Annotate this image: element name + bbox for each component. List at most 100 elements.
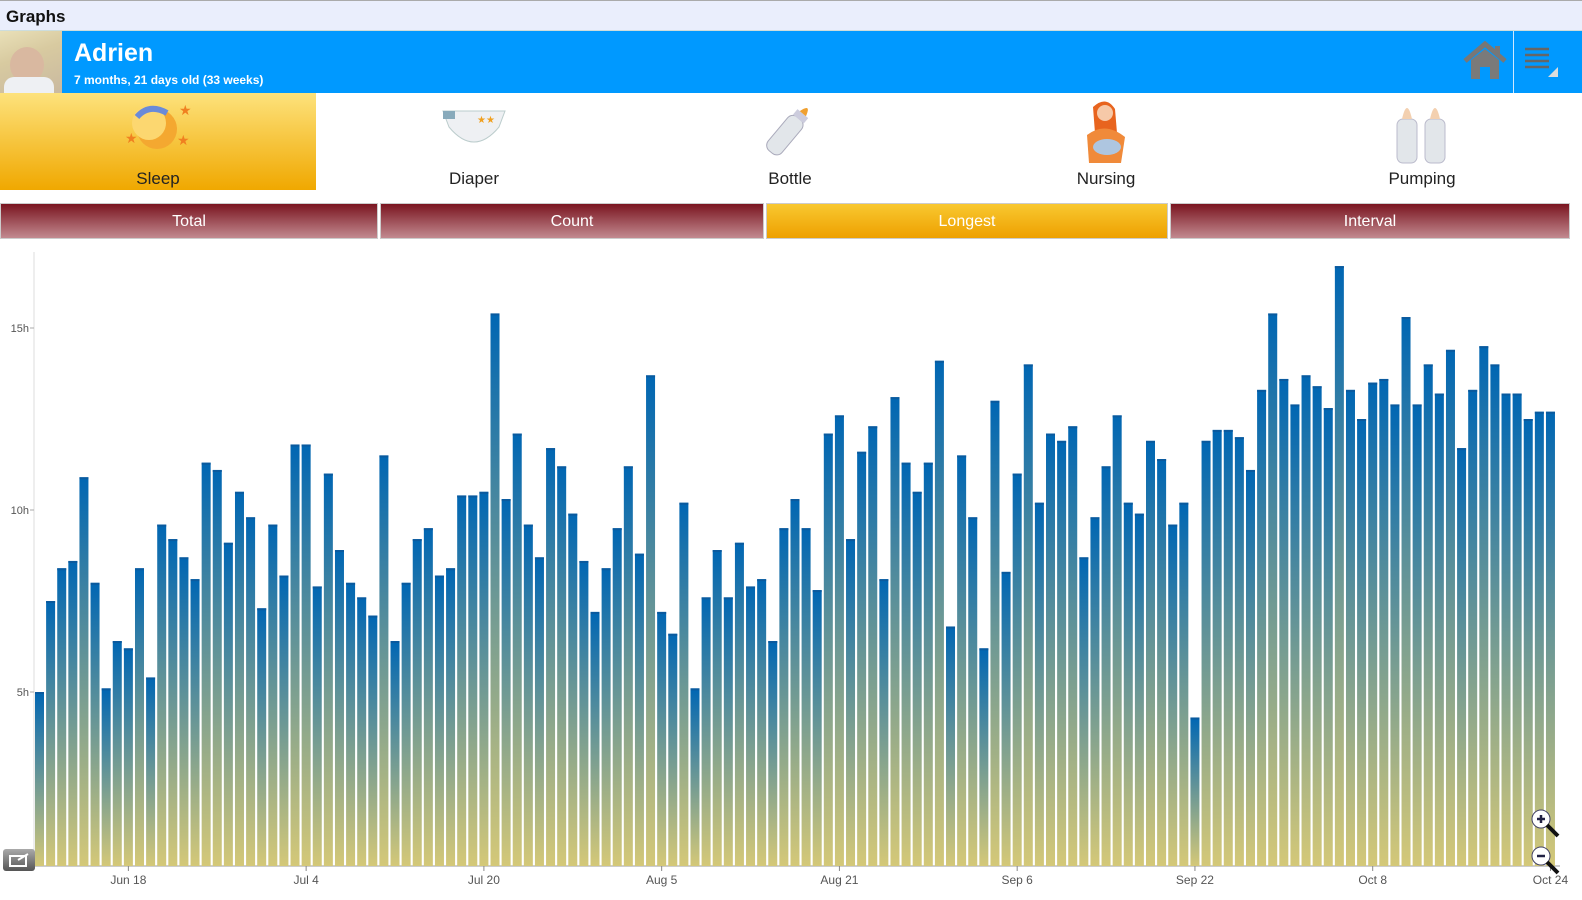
bar	[1501, 393, 1511, 866]
bar-cap	[1457, 448, 1467, 451]
longest-sleep-chart[interactable]: 5h 10h 15h Jun 18 Jul 4 Jul 20 Aug 5 Aug 21 Sep …	[0, 250, 1582, 900]
zoom-out-icon[interactable]	[1530, 845, 1560, 875]
bar-cap	[1212, 429, 1222, 432]
bar	[46, 601, 56, 866]
tab-longest[interactable]: Longest	[766, 203, 1168, 239]
bar	[112, 641, 122, 866]
category-label: Bottle	[768, 169, 812, 188]
bar	[568, 513, 578, 866]
bar-cap	[590, 611, 600, 614]
bar-cap	[312, 586, 322, 589]
bar	[301, 444, 311, 866]
bar-cap	[1001, 571, 1011, 574]
bar-cap	[434, 575, 444, 578]
bar-cap	[257, 608, 267, 611]
bar	[768, 641, 778, 866]
bar-cap	[1468, 389, 1478, 392]
category-nursing[interactable]: Nursing	[948, 93, 1264, 190]
tab-interval[interactable]: Interval	[1170, 203, 1570, 239]
bar-cap	[1046, 433, 1056, 436]
x-tick-label: Aug 5	[646, 873, 678, 887]
bar	[1079, 557, 1089, 866]
bar-cap	[1412, 404, 1422, 407]
bar	[490, 313, 500, 866]
bar-cap	[1523, 419, 1533, 421]
bar	[368, 615, 378, 866]
bar	[979, 648, 989, 866]
bar	[879, 579, 889, 866]
bar	[546, 448, 556, 866]
bar-cap	[579, 560, 589, 563]
bar-cap	[1168, 524, 1178, 527]
bar	[812, 590, 822, 866]
bar-cap	[790, 499, 800, 502]
category-sleep[interactable]: ★ ★ ★ Sleep	[0, 93, 316, 190]
bar	[857, 451, 867, 866]
bar-cap	[457, 495, 467, 498]
home-icon[interactable]	[1462, 41, 1508, 81]
bar-cap	[546, 448, 556, 451]
y-tick-label: 5h	[17, 687, 29, 699]
bar	[268, 524, 278, 866]
avatar[interactable]	[0, 31, 62, 93]
bar-cap	[1079, 557, 1089, 560]
profile-header: Adrien 7 months, 21 days old (33 weeks)	[0, 31, 1582, 93]
bar-cap	[323, 473, 333, 476]
zoom-in-icon[interactable]	[1530, 808, 1560, 838]
bar-cap	[279, 575, 289, 578]
bar-cap	[1334, 266, 1344, 269]
bar-cap	[1034, 502, 1044, 505]
bar-cap	[490, 313, 500, 316]
bar	[401, 582, 411, 866]
bar	[1090, 517, 1100, 866]
bar	[1534, 411, 1544, 866]
bar	[1323, 408, 1333, 866]
bar-cap	[1401, 317, 1411, 320]
bar	[323, 473, 333, 866]
bar-cap	[601, 568, 611, 571]
bar-cap	[846, 539, 856, 542]
category-bottle[interactable]: Bottle	[632, 93, 948, 190]
bar-cap	[1534, 411, 1544, 414]
bar-cap	[1490, 364, 1500, 367]
bar	[35, 692, 44, 866]
bar-cap	[768, 641, 778, 644]
svg-text:★: ★	[179, 102, 192, 118]
bar	[657, 611, 667, 866]
bar	[1412, 404, 1422, 866]
share-button[interactable]	[3, 849, 35, 871]
bar	[779, 528, 789, 866]
bar-cap	[834, 415, 844, 418]
bar-cap	[1357, 419, 1367, 421]
bar	[1112, 415, 1122, 866]
bar-cap	[112, 641, 122, 644]
category-diaper[interactable]: ★★ Diaper	[316, 93, 632, 190]
bar	[634, 553, 644, 866]
overflow-menu-icon[interactable]	[1514, 31, 1582, 93]
bar-cap	[1190, 717, 1200, 720]
y-tick-label: 10h	[11, 505, 29, 517]
bar-cap	[1068, 426, 1078, 429]
bar	[279, 575, 289, 866]
tab-total[interactable]: Total	[0, 203, 378, 239]
bar	[346, 582, 356, 866]
bar	[701, 597, 711, 866]
category-pumping[interactable]: Pumping	[1264, 93, 1580, 190]
bar	[690, 688, 700, 866]
bar-cap	[512, 433, 522, 436]
bar	[1146, 440, 1155, 866]
bar-cap	[801, 528, 811, 531]
tab-count[interactable]: Count	[380, 203, 764, 239]
bar-cap	[1512, 393, 1522, 396]
bar	[890, 397, 900, 866]
bar	[1334, 266, 1344, 866]
bar-cap	[1323, 408, 1333, 411]
bar	[534, 557, 544, 866]
bar	[846, 539, 856, 866]
bar	[446, 568, 456, 866]
window-title: Graphs	[6, 7, 66, 26]
bar	[68, 560, 78, 866]
bar-cap	[1479, 346, 1489, 349]
bar	[1057, 440, 1067, 866]
bar-cap	[523, 524, 533, 527]
